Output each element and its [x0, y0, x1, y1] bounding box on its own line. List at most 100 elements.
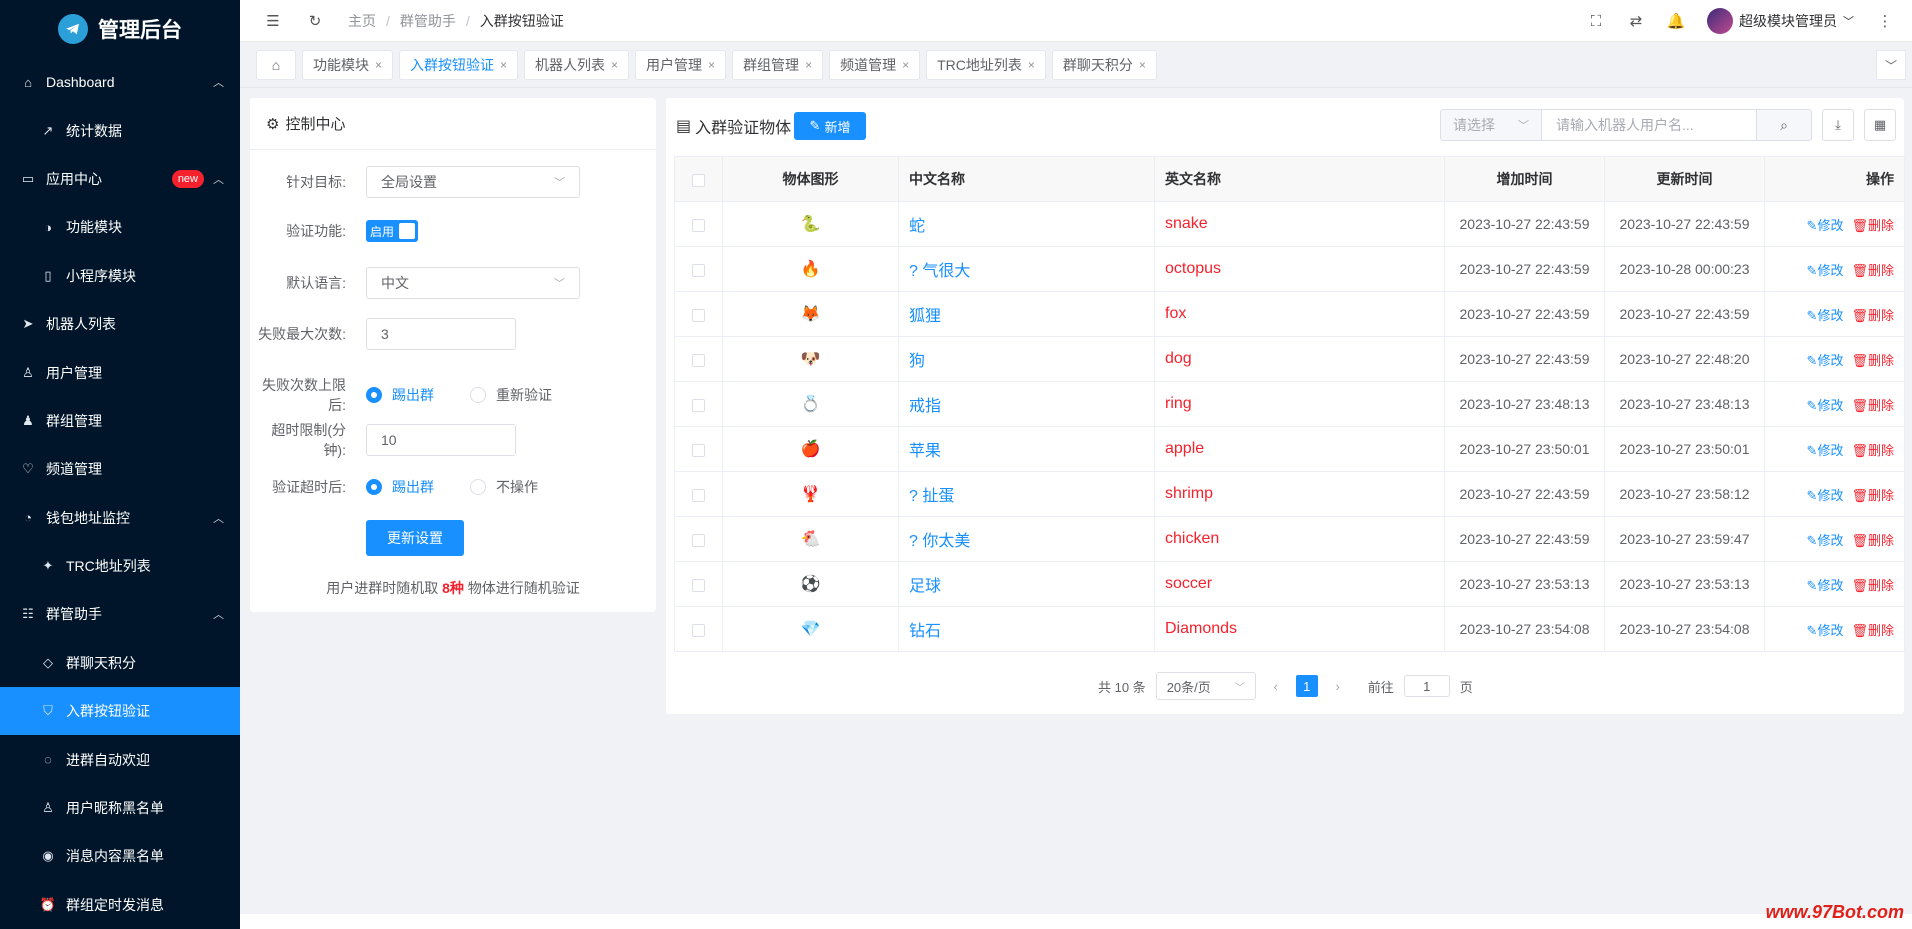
search-input[interactable]: 请输入机器人用户名...: [1542, 109, 1756, 141]
tab[interactable]: 入群按钮验证 ×: [399, 49, 519, 80]
sidebar-item[interactable]: ◇ 群聊天积分: [0, 639, 240, 687]
user-menu[interactable]: 超级模块管理员 ﹀: [1707, 8, 1854, 34]
table-row[interactable]: 🦞 ? 扯蛋 shrimp 2023-10-27 22:43:59 2023-10-27…: [674, 471, 1905, 517]
sidebar-item[interactable]: ♙ 用户昵称黑名单: [0, 784, 240, 832]
delete-button[interactable]: 🗑删除: [1851, 623, 1894, 638]
tab-home[interactable]: ⌂: [256, 49, 296, 80]
row-checkbox[interactable]: [692, 578, 705, 592]
delete-button[interactable]: 🗑删除: [1851, 533, 1894, 548]
table-row[interactable]: ⚽ 足球 soccer 2023-10-27 23:53:13 2023-10-27 2…: [674, 561, 1905, 607]
table-row[interactable]: 💍 戒指 ring 2023-10-27 23:48:13 2023-10-27 23:…: [674, 381, 1905, 427]
max-fail-input[interactable]: 3: [366, 318, 516, 350]
language-select[interactable]: 中文 ﹀: [366, 267, 580, 299]
tab[interactable]: 群组管理 ×: [732, 49, 824, 80]
edit-button[interactable]: ✎修改: [1807, 308, 1844, 323]
edit-button[interactable]: ✎修改: [1807, 623, 1844, 638]
close-icon[interactable]: ×: [500, 58, 507, 72]
table-row[interactable]: 🐍 蛇 snake 2023-10-27 22:43:59 2023-10-27 22:…: [674, 201, 1905, 247]
sidebar-item[interactable]: ☷ 群管助手 ︿: [0, 590, 240, 638]
delete-button[interactable]: 🗑删除: [1851, 263, 1894, 278]
app-logo[interactable]: 管理后台: [0, 0, 240, 58]
sidebar-item[interactable]: ◔ 钱包地址监控 ︿: [0, 494, 240, 542]
close-icon[interactable]: ×: [708, 58, 715, 72]
sidebar-item[interactable]: ▯ 小程序模块: [0, 252, 240, 300]
goto-page-input[interactable]: 1: [1403, 675, 1450, 697]
more-vertical-icon[interactable]: ⋮: [1876, 12, 1894, 30]
select-all-checkbox[interactable]: [692, 173, 705, 187]
next-page-button[interactable]: ›: [1328, 679, 1348, 694]
table-row[interactable]: 💎 钻石 Diamonds 2023-10-27 23:54:08 2023-10-27…: [674, 606, 1905, 652]
edit-button[interactable]: ✎修改: [1807, 578, 1844, 593]
edit-button[interactable]: ✎修改: [1807, 218, 1844, 233]
page-number[interactable]: 1: [1295, 675, 1318, 697]
edit-button[interactable]: ✎修改: [1807, 488, 1844, 503]
delete-button[interactable]: 🗑删除: [1851, 443, 1894, 458]
sidebar-item[interactable]: ▭ 应用中心 new ︿: [0, 155, 240, 203]
translate-icon[interactable]: ⇄: [1627, 12, 1645, 30]
sidebar-item[interactable]: ◉ 消息内容黑名单: [0, 832, 240, 880]
table-row[interactable]: 🍎 苹果 apple 2023-10-27 23:50:01 2023-10-27 23…: [674, 426, 1905, 472]
close-icon[interactable]: ×: [805, 58, 812, 72]
edit-button[interactable]: ✎修改: [1807, 533, 1844, 548]
edit-button[interactable]: ✎修改: [1807, 443, 1844, 458]
delete-button[interactable]: 🗑删除: [1851, 488, 1894, 503]
row-checkbox[interactable]: [692, 623, 705, 637]
table-row[interactable]: 🐔 ? 你太美 chicken 2023-10-27 22:43:59 2023-10-…: [674, 516, 1905, 562]
breadcrumb-item[interactable]: 主页: [348, 11, 376, 31]
sidebar-item[interactable]: ♟ 群组管理: [0, 397, 240, 445]
sidebar-item[interactable]: ⛉ 入群按钮验证: [0, 687, 240, 736]
edit-button[interactable]: ✎修改: [1807, 263, 1844, 278]
on-limit-kick-radio[interactable]: 踢出群: [366, 385, 434, 405]
sidebar-item[interactable]: ⌂ Dashboard ︿: [0, 58, 240, 106]
bell-icon[interactable]: 🔔: [1667, 12, 1686, 30]
table-row[interactable]: 🐶 狗 dog 2023-10-27 22:43:59 2023-10-27 22:48…: [674, 336, 1905, 382]
edit-button[interactable]: ✎修改: [1807, 398, 1844, 413]
timeout-input[interactable]: 10: [366, 424, 516, 456]
menu-fold-icon[interactable]: ☰: [264, 12, 282, 30]
tabs-more-button[interactable]: ﹀: [1876, 50, 1906, 80]
on-timeout-none-radio[interactable]: 不操作: [470, 477, 538, 497]
on-limit-reverify-radio[interactable]: 重新验证: [470, 385, 552, 405]
sidebar-item[interactable]: ⏰ 群组定时发消息: [0, 881, 240, 929]
row-checkbox[interactable]: [692, 218, 705, 232]
on-timeout-kick-radio[interactable]: 踢出群: [366, 477, 434, 497]
tab[interactable]: 群聊天积分 ×: [1051, 49, 1157, 80]
table-row[interactable]: 🦊 狐狸 fox 2023-10-27 22:43:59 2023-10-27 22:4…: [674, 291, 1905, 337]
prev-page-button[interactable]: ‹: [1266, 679, 1286, 694]
row-checkbox[interactable]: [692, 308, 705, 322]
verify-switch[interactable]: 启用: [366, 220, 418, 242]
row-checkbox[interactable]: [692, 443, 705, 457]
row-checkbox[interactable]: [692, 398, 705, 412]
sidebar-item[interactable]: ♙ 用户管理: [0, 348, 240, 396]
tab[interactable]: 用户管理 ×: [635, 49, 727, 80]
sidebar-item[interactable]: ♡ 频道管理: [0, 445, 240, 493]
columns-button[interactable]: ▦: [1864, 109, 1896, 141]
close-icon[interactable]: ×: [1139, 58, 1146, 72]
close-icon[interactable]: ×: [902, 58, 909, 72]
filter-select[interactable]: 请选择 ﹀: [1440, 109, 1542, 141]
delete-button[interactable]: 🗑删除: [1851, 353, 1894, 368]
sidebar-item[interactable]: ◑ 功能模块: [0, 203, 240, 251]
sidebar-item[interactable]: ✦ TRC地址列表: [0, 542, 240, 590]
update-settings-button[interactable]: 更新设置: [366, 520, 464, 556]
close-icon[interactable]: ×: [1028, 58, 1035, 72]
refresh-icon[interactable]: ↻: [306, 12, 324, 30]
delete-button[interactable]: 🗑删除: [1851, 578, 1894, 593]
row-checkbox[interactable]: [692, 263, 705, 277]
download-button[interactable]: ⤓: [1822, 109, 1854, 141]
close-icon[interactable]: ×: [375, 58, 382, 72]
table-row[interactable]: 🔥 ? 气很大 octopus 2023-10-27 22:43:59 2023-10-…: [674, 246, 1905, 292]
sidebar-item[interactable]: ➤ 机器人列表: [0, 300, 240, 348]
add-object-button[interactable]: ✎ 新增: [794, 112, 866, 140]
target-select[interactable]: 全局设置 ﹀: [366, 166, 580, 198]
delete-button[interactable]: 🗑删除: [1851, 218, 1894, 233]
delete-button[interactable]: 🗑删除: [1851, 308, 1894, 323]
row-checkbox[interactable]: [692, 533, 705, 547]
tab[interactable]: TRC地址列表 ×: [926, 49, 1046, 80]
row-checkbox[interactable]: [692, 353, 705, 367]
page-size-select[interactable]: 20条/页 ﹀: [1155, 672, 1256, 700]
delete-button[interactable]: 🗑删除: [1851, 398, 1894, 413]
tab[interactable]: 机器人列表 ×: [524, 49, 630, 80]
search-button[interactable]: ⌕: [1756, 109, 1812, 141]
tab[interactable]: 功能模块 ×: [302, 49, 394, 80]
